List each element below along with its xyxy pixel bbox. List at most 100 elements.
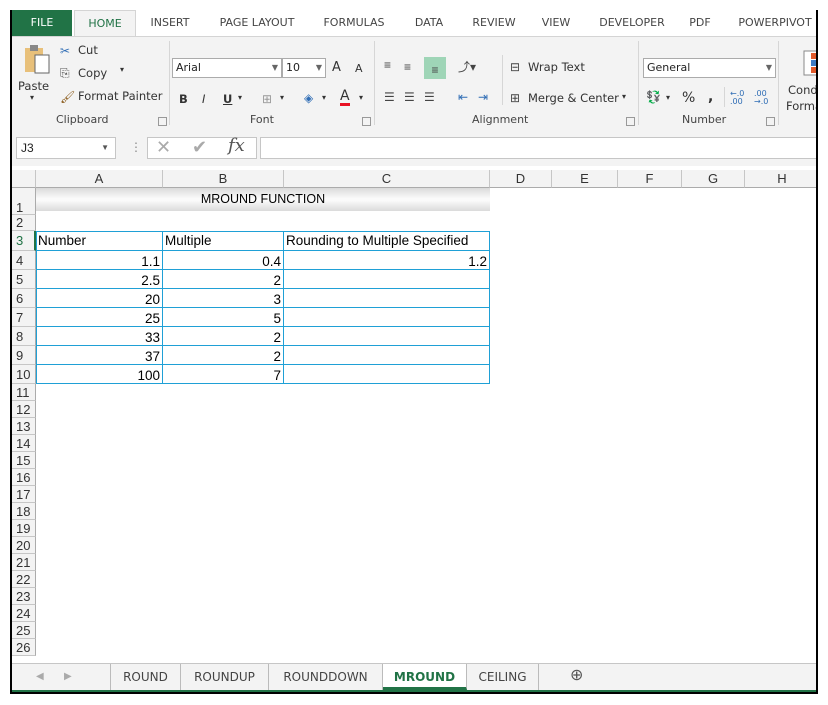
table-cell[interactable]: 5 bbox=[163, 308, 284, 327]
select-all-button[interactable] bbox=[12, 170, 36, 188]
table-cell[interactable]: 100 bbox=[36, 365, 163, 384]
tab-data[interactable]: DATA bbox=[404, 10, 454, 36]
column-header-g[interactable]: G bbox=[682, 170, 745, 188]
alignment-launcher-icon[interactable] bbox=[626, 117, 635, 126]
sheet-tab-mround[interactable]: MROUND bbox=[383, 664, 467, 690]
table-cell[interactable] bbox=[284, 270, 490, 289]
name-box[interactable]: J3 ▼ bbox=[16, 137, 116, 159]
decrease-indent-icon[interactable]: ⇤ bbox=[458, 89, 468, 105]
fill-color-dropdown-icon[interactable]: ▾ bbox=[322, 93, 326, 102]
align-left-icon[interactable]: ☰ bbox=[384, 89, 395, 105]
grow-font-button[interactable]: A bbox=[332, 60, 341, 75]
italic-button[interactable]: I bbox=[202, 92, 205, 106]
row-header-14[interactable]: 14 bbox=[12, 435, 36, 452]
row-header-2[interactable]: 2 bbox=[12, 215, 36, 231]
tab-file[interactable]: FILE bbox=[12, 10, 72, 36]
tab-page-layout[interactable]: PAGE LAYOUT bbox=[207, 10, 307, 36]
table-header-cell[interactable]: Number bbox=[36, 231, 163, 251]
formula-input[interactable] bbox=[260, 137, 816, 159]
merge-center-button[interactable]: Merge & Center bbox=[528, 91, 619, 105]
fill-color-icon[interactable]: ◈ bbox=[304, 90, 313, 106]
table-cell[interactable] bbox=[284, 289, 490, 308]
table-header-cell[interactable]: Multiple bbox=[163, 231, 284, 251]
tab-view[interactable]: VIEW bbox=[534, 10, 578, 36]
align-center-icon[interactable]: ☰ bbox=[404, 89, 415, 105]
percent-style-button[interactable]: % bbox=[682, 90, 695, 106]
increase-decimal-button[interactable]: ←.0.00 bbox=[730, 90, 748, 106]
borders-icon[interactable]: ⊞ bbox=[262, 91, 272, 107]
font-name-select[interactable]: Arial ▼ bbox=[172, 58, 282, 78]
column-header-e[interactable]: E bbox=[552, 170, 618, 188]
align-bottom-icon[interactable]: ≡ bbox=[424, 57, 446, 79]
comma-style-button[interactable]: , bbox=[708, 89, 713, 105]
tab-formulas[interactable]: FORMULAS bbox=[314, 10, 394, 36]
table-cell[interactable] bbox=[284, 308, 490, 327]
row-header-6[interactable]: 6 bbox=[12, 289, 36, 308]
conditional-formatting-label-2[interactable]: Forma bbox=[786, 99, 816, 113]
align-top-icon[interactable]: ≡ bbox=[384, 57, 391, 73]
cancel-icon[interactable]: ✕ bbox=[156, 138, 171, 156]
insert-function-icon[interactable]: fx bbox=[228, 137, 245, 155]
row-header-22[interactable]: 22 bbox=[12, 571, 36, 588]
table-cell[interactable]: 1.1 bbox=[36, 251, 163, 270]
row-header-12[interactable]: 12 bbox=[12, 401, 36, 418]
font-color-button[interactable]: A bbox=[340, 89, 350, 106]
more-options-icon[interactable]: ⋮ bbox=[130, 139, 142, 155]
row-header-26[interactable]: 26 bbox=[12, 639, 36, 656]
enter-icon[interactable]: ✔ bbox=[192, 138, 207, 156]
font-size-select[interactable]: 10 ▼ bbox=[282, 58, 326, 78]
font-color-dropdown-icon[interactable]: ▾ bbox=[359, 93, 363, 102]
new-sheet-icon[interactable]: ⊕ bbox=[570, 668, 583, 684]
tab-developer[interactable]: DEVELOPER bbox=[590, 10, 674, 36]
column-header-c[interactable]: C bbox=[284, 170, 490, 188]
table-cell[interactable] bbox=[284, 346, 490, 365]
underline-button[interactable]: U bbox=[223, 92, 232, 106]
number-format-select[interactable]: General ▼ bbox=[643, 58, 776, 78]
row-header-5[interactable]: 5 bbox=[12, 270, 36, 289]
shrink-font-button[interactable]: A bbox=[355, 62, 363, 75]
conditional-formatting-label[interactable]: Condi bbox=[788, 83, 816, 97]
borders-dropdown-icon[interactable]: ▾ bbox=[280, 93, 284, 102]
table-cell[interactable] bbox=[284, 365, 490, 384]
tab-review[interactable]: REVIEW bbox=[464, 10, 524, 36]
row-header-3[interactable]: 3 bbox=[12, 231, 36, 251]
merge-dropdown-icon[interactable]: ▾ bbox=[622, 92, 626, 101]
accounting-format-icon[interactable]: 💱 bbox=[646, 89, 661, 105]
row-header-7[interactable]: 7 bbox=[12, 308, 36, 327]
table-cell[interactable]: 37 bbox=[36, 346, 163, 365]
row-header-18[interactable]: 18 bbox=[12, 503, 36, 520]
column-header-b[interactable]: B bbox=[163, 170, 284, 188]
row-header-11[interactable]: 11 bbox=[12, 384, 36, 401]
table-header-cell[interactable]: Rounding to Multiple Specified bbox=[284, 231, 490, 251]
table-cell[interactable]: 1.2 bbox=[284, 251, 490, 270]
paste-dropdown-icon[interactable]: ▾ bbox=[30, 93, 34, 102]
column-header-f[interactable]: F bbox=[618, 170, 682, 188]
font-launcher-icon[interactable] bbox=[362, 117, 371, 126]
cut-button[interactable]: Cut bbox=[78, 43, 98, 57]
table-cell[interactable]: 2 bbox=[163, 270, 284, 289]
table-cell[interactable]: 3 bbox=[163, 289, 284, 308]
align-right-icon[interactable]: ☰ bbox=[424, 89, 435, 105]
sheet-title-cell[interactable]: MROUND FUNCTION bbox=[36, 188, 490, 211]
scroll-right-icon[interactable]: ▶ bbox=[64, 669, 72, 685]
wrap-text-button[interactable]: Wrap Text bbox=[528, 60, 585, 74]
format-painter-button[interactable]: Format Painter bbox=[78, 89, 162, 103]
table-cell[interactable]: 2 bbox=[163, 327, 284, 346]
tab-powerpivot[interactable]: POWERPIVOT bbox=[730, 10, 816, 36]
sheet-tab-round[interactable]: ROUND bbox=[111, 664, 181, 690]
table-cell[interactable]: 2.5 bbox=[36, 270, 163, 289]
table-cell[interactable]: 0.4 bbox=[163, 251, 284, 270]
underline-dropdown-icon[interactable]: ▾ bbox=[238, 93, 242, 102]
table-cell[interactable]: 7 bbox=[163, 365, 284, 384]
column-header-h[interactable]: H bbox=[745, 170, 816, 188]
decrease-decimal-button[interactable]: .00 →.0 bbox=[754, 90, 772, 106]
table-cell[interactable]: 2 bbox=[163, 346, 284, 365]
row-header-16[interactable]: 16 bbox=[12, 469, 36, 486]
row-header-13[interactable]: 13 bbox=[12, 418, 36, 435]
row-header-17[interactable]: 17 bbox=[12, 486, 36, 503]
row-header-15[interactable]: 15 bbox=[12, 452, 36, 469]
sheet-tab-ceiling[interactable]: CEILING bbox=[467, 664, 539, 690]
tab-home[interactable]: HOME bbox=[74, 10, 136, 36]
conditional-formatting-icon[interactable] bbox=[802, 49, 818, 77]
paste-button[interactable]: Paste ▾ bbox=[16, 41, 56, 107]
